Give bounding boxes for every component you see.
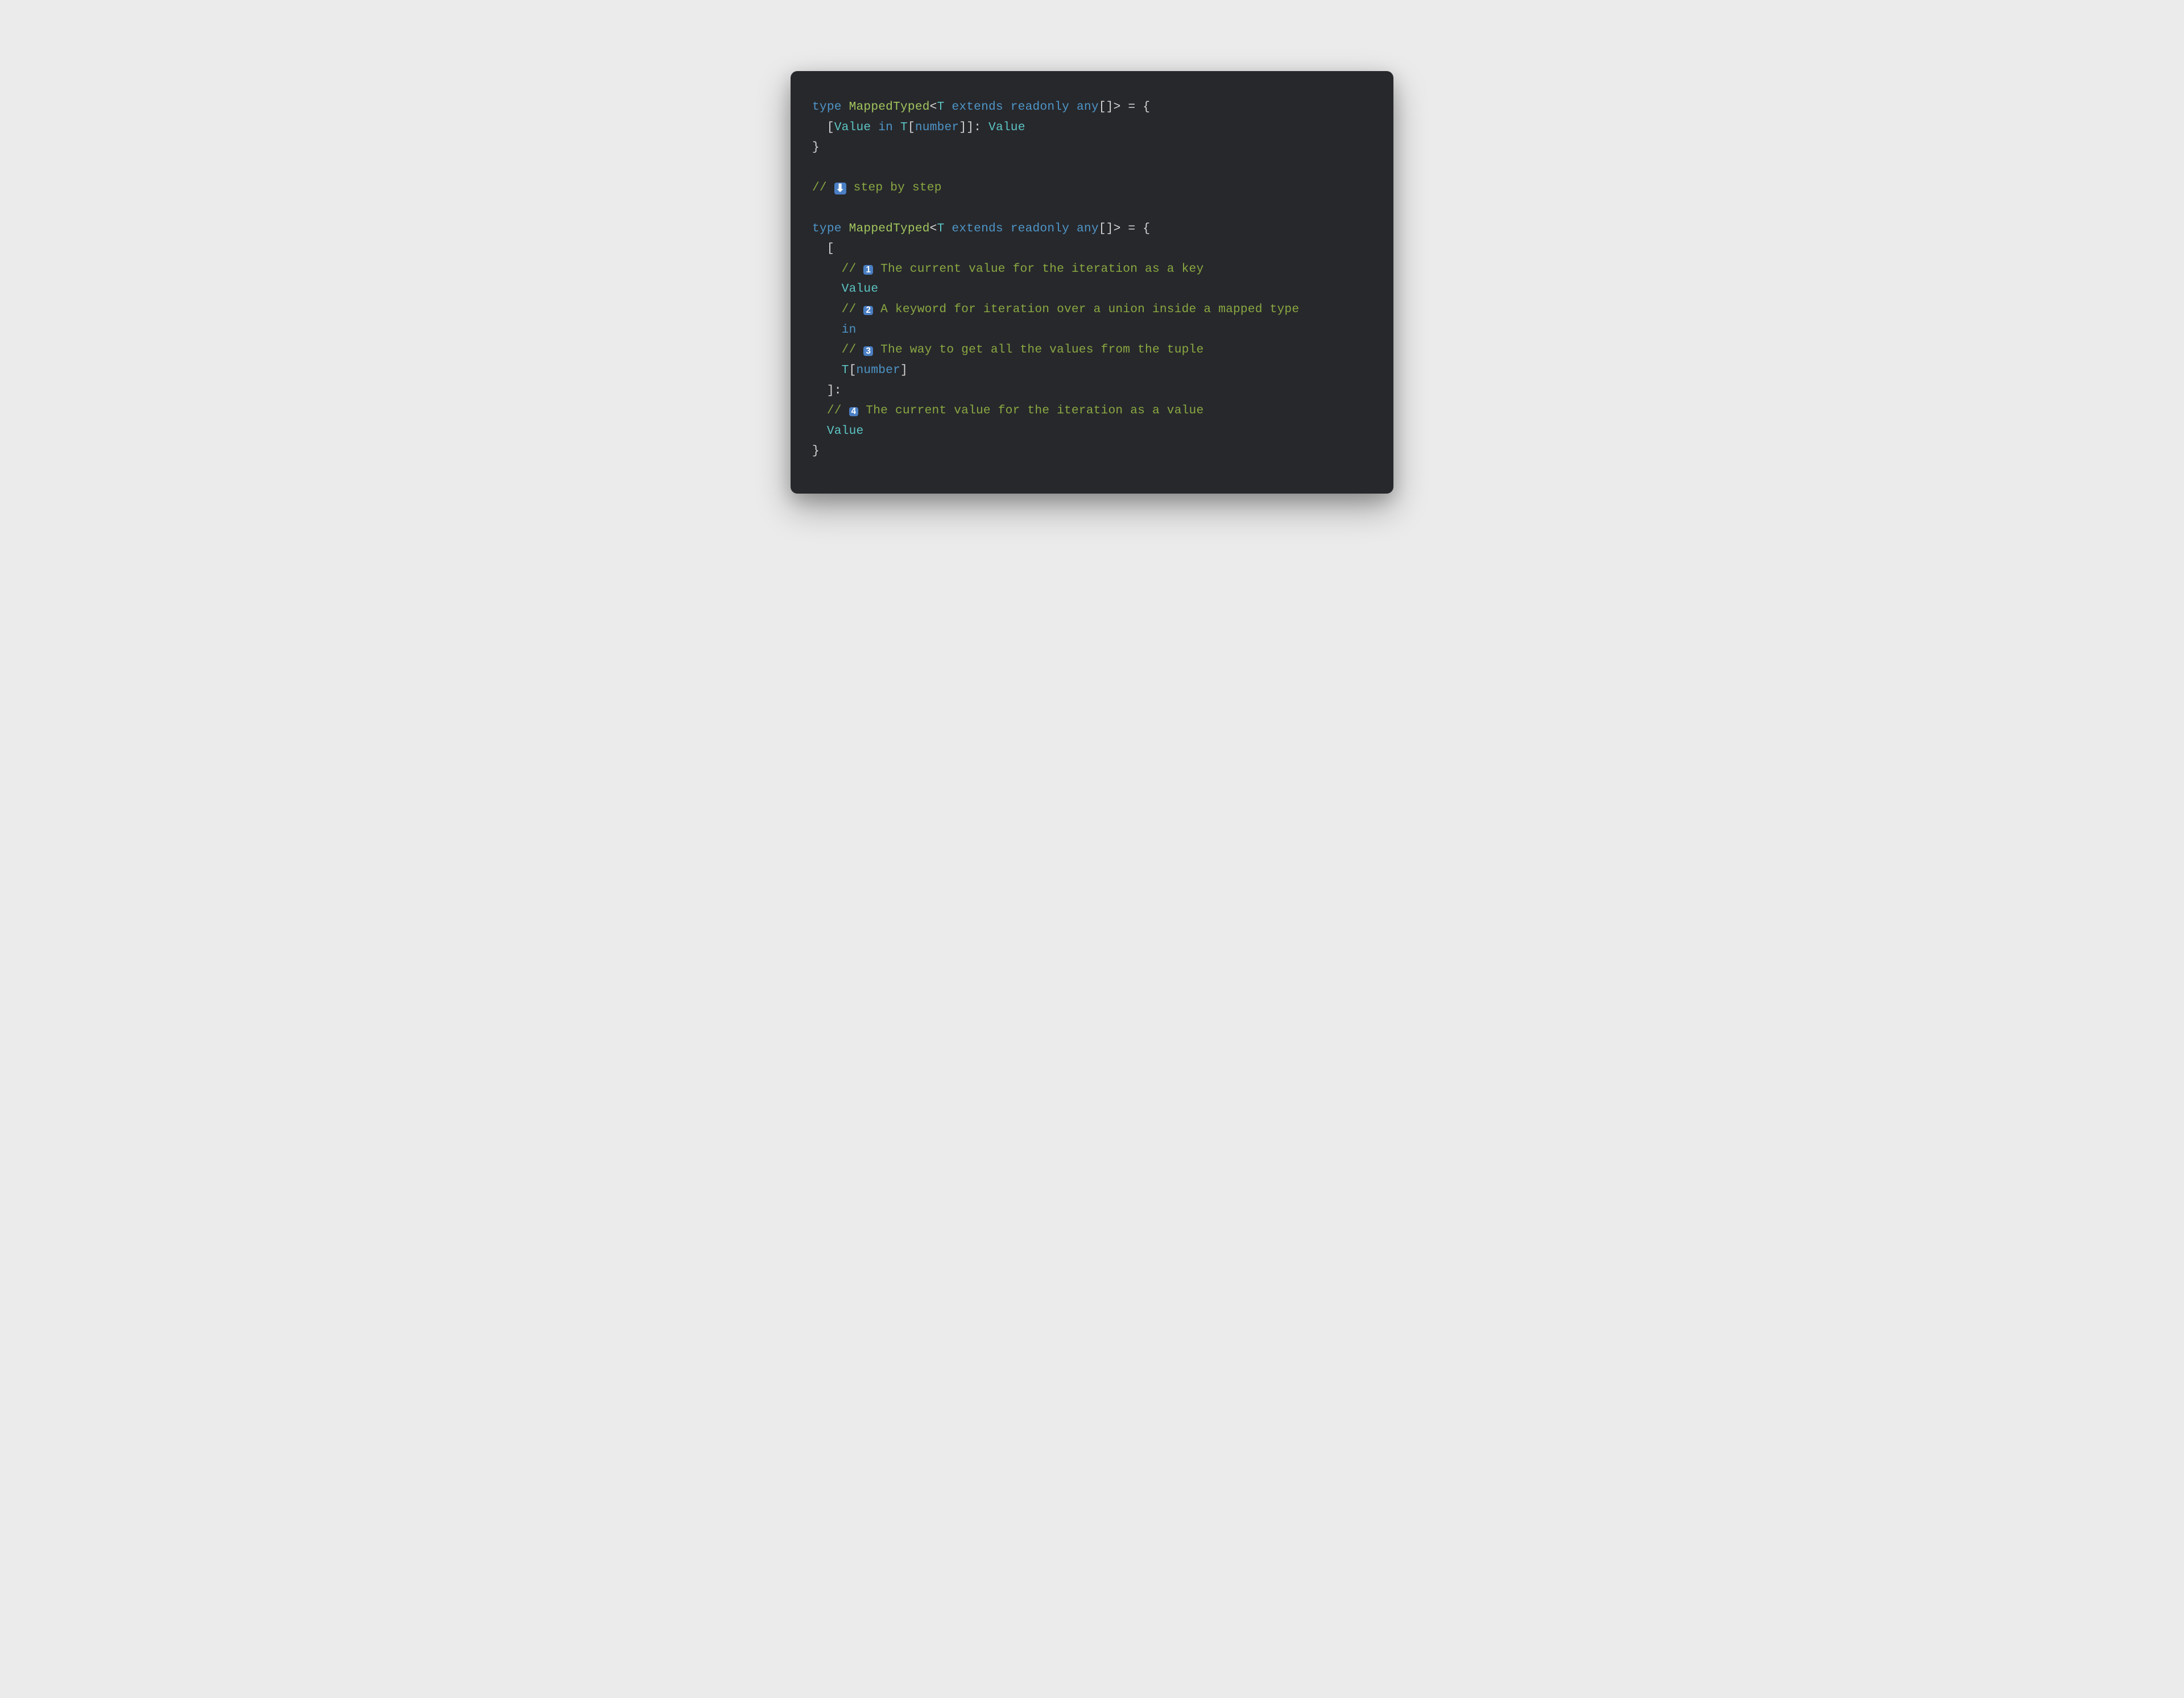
t-identifier: T — [842, 363, 849, 377]
number-4-icon: 4 — [849, 407, 859, 417]
array-brackets: [] — [1099, 222, 1114, 235]
keyword-any: any — [1077, 222, 1099, 235]
comment-step-by-step: // ⬇ step by step — [812, 181, 942, 194]
comment-text: The current value for the iteration as a… — [858, 404, 1203, 417]
comment-step-2: // 2 A keyword for iteration over a unio… — [812, 303, 1299, 316]
type-identifier: MappedTyped — [849, 222, 930, 235]
comment-text: A keyword for iteration over a union ins… — [873, 303, 1299, 316]
indent-bracket: [ — [812, 121, 834, 134]
indent — [812, 363, 842, 377]
code-block-container: type MappedTyped<T extends readonly any[… — [791, 71, 1393, 494]
generic-param: T — [937, 222, 945, 235]
keyword-number: number — [915, 121, 959, 134]
number-2-icon: 2 — [863, 306, 873, 316]
bracket-open: [ — [908, 121, 915, 134]
comment-step-1: // 1 The current value for the iteration… — [812, 262, 1203, 276]
angle-bracket-close: > — [1114, 222, 1121, 235]
keyword-readonly: readonly — [1011, 222, 1069, 235]
indent-bracket: [ — [812, 242, 834, 255]
indent — [812, 424, 827, 438]
keyword-number: number — [857, 363, 901, 377]
angle-bracket-close: > — [1114, 100, 1121, 114]
comment-step-4: // 4 The current value for the iteration… — [812, 404, 1203, 417]
code-content: type MappedTyped<T extends readonly any[… — [812, 97, 1372, 462]
angle-bracket-open: < — [930, 100, 937, 114]
comment-step-3: // 3 The way to get all the values from … — [812, 343, 1203, 357]
number-3-icon: 3 — [863, 346, 873, 356]
indent — [812, 262, 842, 276]
keyword-readonly: readonly — [1011, 100, 1069, 114]
angle-bracket-open: < — [930, 222, 937, 235]
indent — [812, 343, 842, 357]
colon: : — [974, 121, 988, 134]
indent — [812, 323, 842, 337]
type-identifier: MappedTyped — [849, 100, 930, 114]
comment-slashes: // — [812, 181, 834, 194]
comment-slashes: // — [842, 343, 864, 357]
comment-slashes: // — [827, 404, 849, 417]
down-arrow-icon: ⬇ — [834, 183, 846, 194]
indent — [812, 303, 842, 316]
bracket-open: [ — [849, 363, 857, 377]
keyword-type: type — [812, 222, 842, 235]
indent — [812, 384, 827, 397]
equals-brace: = { — [1121, 100, 1151, 114]
keyword-any: any — [1077, 100, 1099, 114]
indent — [812, 282, 842, 296]
value-identifier: Value — [834, 121, 871, 134]
close-brace: } — [812, 444, 820, 458]
keyword-in: in — [878, 121, 893, 134]
keyword-in: in — [842, 323, 857, 337]
bracket-close-colon: ]: — [827, 384, 842, 397]
generic-param: T — [937, 100, 945, 114]
indent — [812, 404, 827, 417]
keyword-type: type — [812, 100, 842, 114]
keyword-extends: extends — [952, 100, 1003, 114]
equals-brace: = { — [1121, 222, 1151, 235]
bracket-close: ] — [900, 363, 908, 377]
array-brackets: [] — [1099, 100, 1114, 114]
comment-text: The way to get all the values from the t… — [873, 343, 1203, 357]
keyword-extends: extends — [952, 222, 1003, 235]
value-identifier: Value — [827, 424, 864, 438]
bracket-close-close: ]] — [959, 121, 974, 134]
comment-slashes: // — [842, 262, 864, 276]
value-identifier: Value — [842, 282, 879, 296]
value-identifier: Value — [988, 121, 1025, 134]
number-1-icon: 1 — [863, 265, 873, 275]
t-identifier: T — [900, 121, 908, 134]
comment-slashes: // — [842, 303, 864, 316]
close-brace: } — [812, 140, 820, 154]
comment-text: The current value for the iteration as a… — [873, 262, 1203, 276]
comment-text: step by step — [846, 181, 942, 194]
